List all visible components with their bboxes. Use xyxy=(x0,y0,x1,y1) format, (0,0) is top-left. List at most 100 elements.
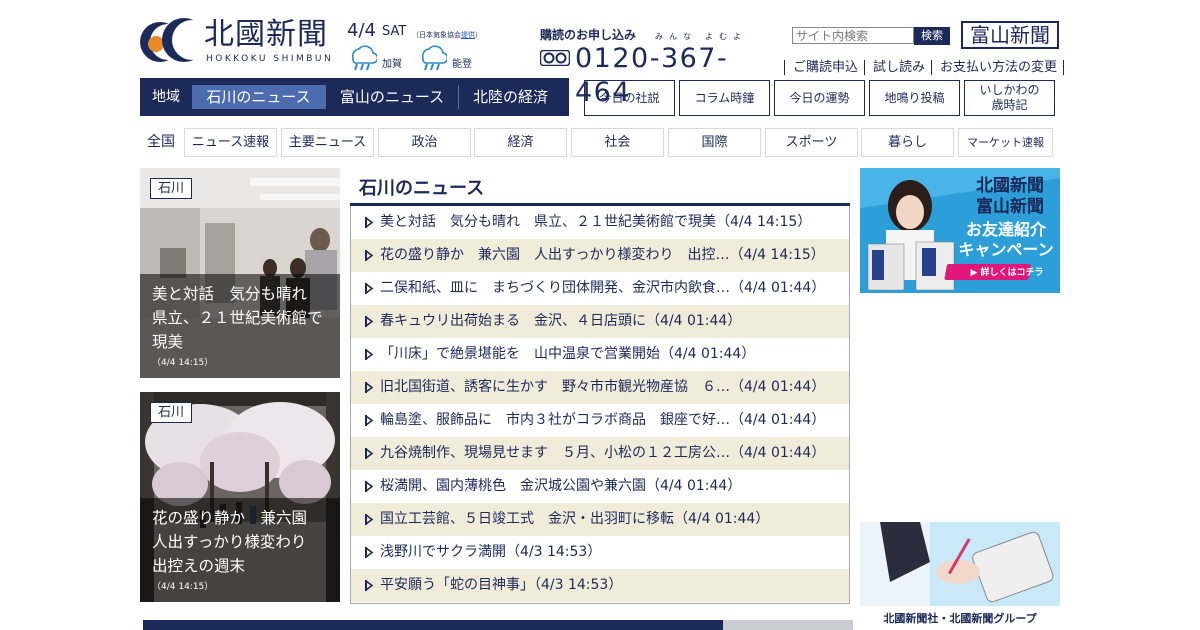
featured-time: （4/4 14:15） xyxy=(152,358,214,368)
category-politics[interactable]: 政治 xyxy=(378,128,471,157)
news-item-title: 「川床」で絶景堪能を 山中温泉で営業開始（4/4 01:44） xyxy=(380,346,756,362)
search-button[interactable]: 検索 xyxy=(914,27,950,45)
news-item[interactable]: 桜満開、園内薄桃色 金沢城公園や兼六園（4/4 01:44） xyxy=(351,470,849,503)
date: 4/4 xyxy=(347,20,376,41)
news-item[interactable]: 旧北国街道、誘客に生かす 野々市市観光物産協 ６…（4/4 01:44） xyxy=(351,371,849,404)
category-international[interactable]: 国際 xyxy=(668,128,761,157)
group-banner[interactable]: 北國新聞社・北國新聞グループ xyxy=(860,522,1060,630)
news-item[interactable]: 二俣和紙、皿に まちづくり団体開発、金沢市内飲食…（4/4 01:44） xyxy=(351,272,849,305)
category-all[interactable]: 全国 xyxy=(140,128,182,156)
bullet-arrow-icon xyxy=(365,283,373,294)
news-item[interactable]: 「川床」で絶景堪能を 山中温泉で営業開始（4/4 01:44） xyxy=(351,338,849,371)
region-tag: 石川 xyxy=(150,402,192,423)
weather-region-label: 加賀 xyxy=(382,59,402,70)
campaign-line-2: 富山新聞 xyxy=(976,197,1044,217)
news-section-title: 石川のニュース xyxy=(359,178,485,199)
category-living[interactable]: 暮らし xyxy=(861,128,954,157)
campaign-line-4: キャンペーン xyxy=(958,240,1054,259)
link-subscribe[interactable]: ご購読申込 xyxy=(784,60,865,75)
news-item-title: 平安願う「蛇の目神事」（4/3 14:53） xyxy=(380,577,623,593)
featured-time: （4/4 14:15） xyxy=(152,582,214,592)
phone-ruby-minna: みんな xyxy=(655,32,697,41)
weather-source: （日本気象協会提供） xyxy=(412,31,482,39)
news-item-title: 輪島塗、服飾品に 市内３社がコラボ商品 銀座で好…（4/4 01:44） xyxy=(380,412,826,428)
tab-ishikawa-news[interactable]: 石川のニュース xyxy=(192,85,325,109)
group-banner-label: 北國新聞社・北國新聞グループ xyxy=(883,612,1037,625)
bullet-arrow-icon xyxy=(365,217,373,228)
horoscope-button[interactable]: 今日の運勢 xyxy=(774,80,865,116)
header-links: ご購読申込 試し読み お支払い方法の変更 xyxy=(784,56,1065,75)
news-item[interactable]: 美と対話 気分も晴れ 県立、２１世紀美術館で現美（4/4 14:15） xyxy=(351,206,849,239)
weather-kaga[interactable]: 加賀 xyxy=(347,44,427,72)
link-payment-change[interactable]: お支払い方法の変更 xyxy=(931,60,1065,75)
news-item[interactable]: 浅野川でサクラ満開（4/3 14:53） xyxy=(351,536,849,569)
news-item-title: 春キュウリ出荷始まる 金沢、４日店頭に（4/4 01:44） xyxy=(380,313,742,329)
phone-ruby-yomu: よむよ xyxy=(705,32,747,41)
bullet-arrow-icon xyxy=(365,481,373,492)
featured-caption: 花の盛り静か 兼六園 人出すっかり様変わり 出控えの週末 （4/4 14:15） xyxy=(140,498,340,602)
campaign-cta[interactable]: ▶ 詳しくはコチラ xyxy=(964,265,1050,278)
toyama-shimbun-logo[interactable]: 富山新聞 xyxy=(961,21,1059,49)
free-dial-phone[interactable]: 0120-367-464 xyxy=(540,42,780,108)
bullet-arrow-icon xyxy=(365,415,373,426)
category-sports[interactable]: スポーツ xyxy=(765,128,858,157)
campaign-line-3: お友達紹介 xyxy=(965,220,1046,239)
news-item[interactable]: 九谷焼制作、現場見せます ５月、小松の１２工房公…（4/4 01:44） xyxy=(351,437,849,470)
logo-romaji: HOKKOKU SHIMBUN xyxy=(206,54,334,64)
news-item[interactable]: 国立工芸館、５日竣工式 金沢・出羽町に移転（4/4 01:44） xyxy=(351,503,849,536)
weather-region-label: 能登 xyxy=(452,59,472,70)
free-dial-icon xyxy=(540,50,570,66)
weekday: SAT xyxy=(382,24,407,39)
search-input[interactable] xyxy=(792,27,914,44)
bullet-arrow-icon xyxy=(365,250,373,261)
ishikawa-seasonal-button[interactable]: いしかわの 歳時記 xyxy=(964,80,1055,116)
news-item[interactable]: 輪島塗、服飾品に 市内３社がコラボ商品 銀座で好…（4/4 01:44） xyxy=(351,404,849,437)
featured-title: 美と対話 気分も晴れ 県立、２１世紀美術館で現美 xyxy=(152,285,323,351)
news-item-title: 旧北国街道、誘客に生かす 野々市市観光物産協 ６…（4/4 01:44） xyxy=(380,379,826,395)
weather-noto[interactable]: 能登 xyxy=(417,44,497,72)
rain-icon xyxy=(351,45,377,71)
category-main-news[interactable]: 主要ニュース xyxy=(281,128,374,157)
featured-title: 花の盛り静か 兼六園 人出すっかり様変わり 出控えの週末 xyxy=(152,509,323,575)
bullet-arrow-icon xyxy=(365,382,373,393)
category-economy[interactable]: 経済 xyxy=(474,128,567,157)
editorial-button[interactable]: 今日の社説 xyxy=(584,80,675,116)
column-jisho-button[interactable]: コラム時鐘 xyxy=(679,80,770,116)
reader-post-button[interactable]: 地鳴り投稿 xyxy=(869,80,960,116)
link-trial[interactable]: 試し読み xyxy=(864,60,932,75)
news-section-header: 石川のニュース xyxy=(350,168,850,206)
news-item[interactable]: 春キュウリ出荷始まる 金沢、４日店頭に（4/4 01:44） xyxy=(351,305,849,338)
region-nav: 地域 石川のニュース 富山のニュース 北陸の経済 xyxy=(140,78,569,116)
weather-source-link[interactable]: 提供 xyxy=(461,31,475,39)
hokkoku-logo[interactable]: 北國新聞 HOKKOKU SHIMBUN xyxy=(140,16,340,66)
news-item[interactable]: 平安願う「蛇の目神事」（4/3 14:53） xyxy=(351,569,849,602)
news-item-title: 二俣和紙、皿に まちづくり団体開発、金沢市内飲食…（4/4 01:44） xyxy=(380,280,826,296)
news-item-title: 桜満開、園内薄桃色 金沢城公園や兼六園（4/4 01:44） xyxy=(380,478,742,494)
news-item[interactable]: 花の盛り静か 兼六園 人出すっかり様変わり 出控…（4/4 14:15） xyxy=(351,239,849,272)
rain-icon xyxy=(421,45,447,71)
category-society[interactable]: 社会 xyxy=(571,128,664,157)
page: 北國新聞 HOKKOKU SHIMBUN 4/4 SAT （日本気象協会提供） … xyxy=(0,0,1200,630)
tab-toyama-news[interactable]: 富山のニュース xyxy=(325,85,458,109)
bullet-arrow-icon xyxy=(365,547,373,558)
campaign-line-1: 北國新聞 xyxy=(976,176,1044,196)
category-breaking-news[interactable]: ニュース速報 xyxy=(184,128,277,157)
featured-caption: 美と対話 気分も晴れ 県立、２１世紀美術館で現美 （4/4 14:15） xyxy=(140,274,340,378)
logo-name: 北國新聞 xyxy=(204,17,328,52)
news-item-title: 美と対話 気分も晴れ 県立、２１世紀美術館で現美（4/4 14:15） xyxy=(380,214,812,230)
category-market[interactable]: マーケット速報 xyxy=(958,128,1053,157)
news-item-title: 九谷焼制作、現場見せます ５月、小松の１２工房公…（4/4 01:44） xyxy=(380,445,826,461)
bullet-arrow-icon xyxy=(365,349,373,360)
subscription-label: 購読のお申し込み xyxy=(540,28,637,42)
referral-campaign-banner[interactable]: 北國新聞 富山新聞 お友達紹介 キャンペーン ▶ 詳しくはコチラ xyxy=(860,168,1060,293)
bullet-arrow-icon xyxy=(365,316,373,327)
featured-article-card[interactable]: 石川 花の盛り静か 兼六園 人出すっかり様変わり 出控えの週末 （4/4 14:… xyxy=(140,392,340,602)
region-nav-label: 地域 xyxy=(152,89,180,105)
region-tag: 石川 xyxy=(150,178,192,199)
featured-article-card[interactable]: 石川 美と対話 気分も晴れ 県立、２１世紀美術館で現美 （4/4 14:15） xyxy=(140,168,340,378)
news-item-title: 花の盛り静か 兼六園 人出すっかり様変わり 出控…（4/4 14:15） xyxy=(380,247,825,263)
tab-hokuriku-economy[interactable]: 北陸の経済 xyxy=(458,85,562,109)
bottom-banner[interactable] xyxy=(143,620,853,630)
bullet-arrow-icon xyxy=(365,448,373,459)
bullet-arrow-icon xyxy=(365,580,373,591)
